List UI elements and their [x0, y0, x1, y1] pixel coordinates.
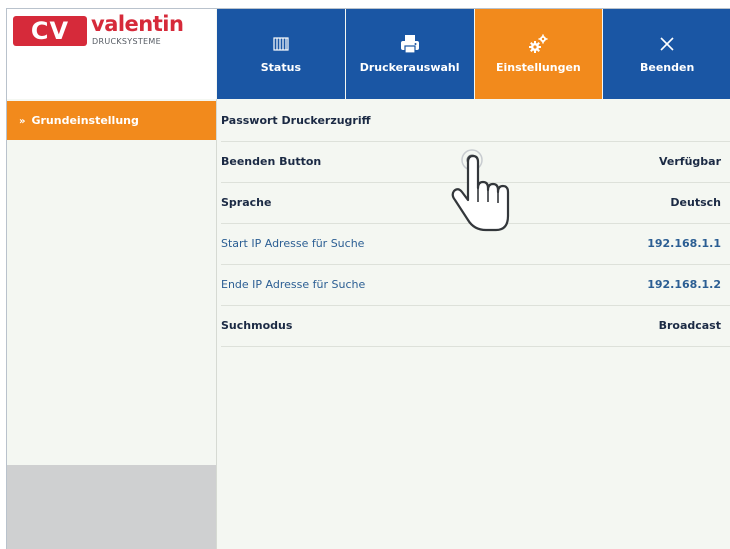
sidebar: » Grundeinstellung: [7, 99, 217, 549]
setting-value: Verfügbar: [658, 155, 721, 168]
status-grid-icon: [217, 33, 345, 55]
setting-value: 192.168.1.2: [647, 278, 721, 291]
logo: CV valentin DRUCKSYSTEME: [7, 9, 216, 99]
logo-mark-text: CV: [30, 17, 70, 45]
tab-druckerauswahl[interactable]: Druckerauswahl: [345, 9, 474, 99]
tab-einstellungen-label: Einstellungen: [495, 61, 581, 74]
setting-label: Sprache: [221, 196, 272, 209]
sidebar-item-label: Grundeinstellung: [31, 114, 139, 127]
sidebar-footer-panel: [7, 465, 216, 549]
setting-label: Ende IP Adresse für Suche: [221, 278, 366, 291]
setting-value: Deutsch: [670, 196, 721, 209]
close-x-icon: [603, 33, 730, 55]
top-nav: Status Druckerauswahl Einstellungen Been…: [217, 9, 730, 99]
setting-label: Passwort Druckerzugriff: [221, 114, 371, 127]
printer-icon: [346, 33, 474, 55]
double-chevron-right-icon: »: [19, 116, 26, 127]
settings-list: Passwort Druckerzugriff Beenden Button V…: [217, 101, 730, 549]
tab-einstellungen[interactable]: Einstellungen: [474, 9, 603, 99]
app-window: CV valentin DRUCKSYSTEME Status Druckera…: [6, 8, 730, 549]
setting-row-sprache[interactable]: Sprache Deutsch: [221, 183, 730, 224]
sidebar-item-grundeinstellung[interactable]: » Grundeinstellung: [7, 101, 216, 140]
tab-druckerauswahl-label: Druckerauswahl: [359, 61, 460, 74]
setting-row-passwort[interactable]: Passwort Druckerzugriff: [221, 101, 730, 142]
setting-row-start-ip[interactable]: Start IP Adresse für Suche 192.168.1.1: [221, 224, 730, 265]
setting-label: Start IP Adresse für Suche: [221, 237, 365, 250]
logo-brand: valentin: [91, 12, 184, 36]
setting-row-ende-ip[interactable]: Ende IP Adresse für Suche 192.168.1.2: [221, 265, 730, 306]
tab-status-label: Status: [260, 61, 301, 74]
setting-value: 192.168.1.1: [647, 237, 721, 250]
tab-beenden-label: Beenden: [639, 61, 695, 74]
setting-value: Broadcast: [658, 319, 721, 332]
gears-icon: [475, 33, 603, 55]
setting-label: Beenden Button: [221, 155, 322, 168]
logo-mark: CV: [13, 16, 87, 46]
setting-row-beenden-button[interactable]: Beenden Button Verfügbar: [221, 142, 730, 183]
tab-beenden[interactable]: Beenden: [603, 9, 730, 99]
logo-subtitle: DRUCKSYSTEME: [92, 37, 161, 46]
setting-label: Suchmodus: [221, 319, 293, 332]
tab-status[interactable]: Status: [217, 9, 345, 99]
setting-row-suchmodus[interactable]: Suchmodus Broadcast: [221, 306, 730, 347]
